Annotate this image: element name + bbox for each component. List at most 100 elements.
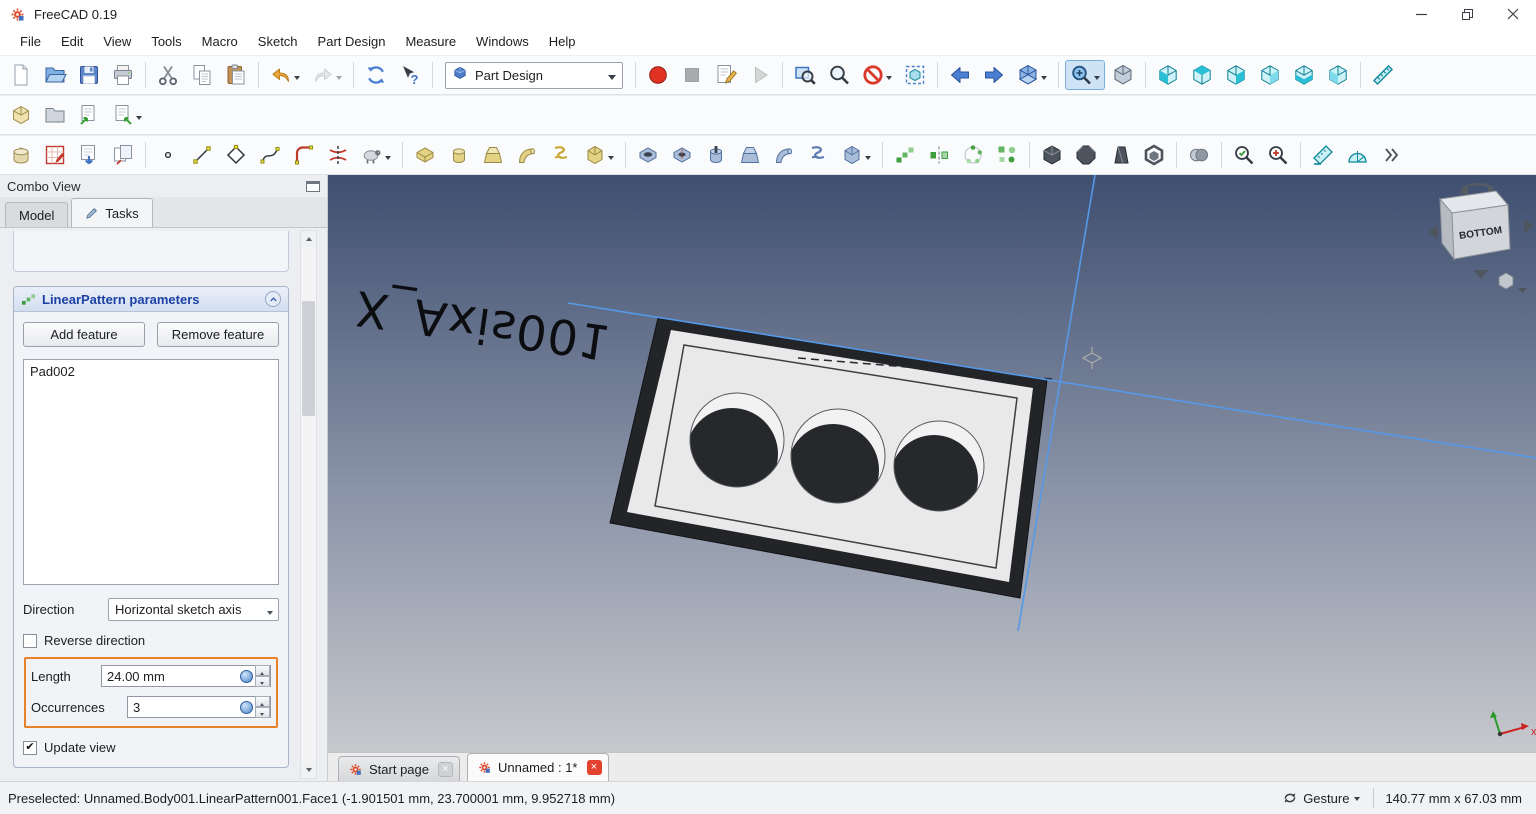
minimize-button[interactable] — [1398, 0, 1444, 28]
measure-linear-button[interactable] — [1307, 140, 1339, 170]
panel-scrollbar[interactable] — [300, 230, 317, 779]
feature-list-item[interactable]: Pad002 — [30, 364, 272, 379]
linear-pattern-button[interactable] — [889, 140, 921, 170]
length-input[interactable]: 24.00 mm — [101, 665, 271, 687]
navigate-forward-button[interactable] — [978, 60, 1010, 90]
polar-pattern-button[interactable] — [957, 140, 989, 170]
expression-icon[interactable] — [240, 670, 253, 683]
direction-select[interactable]: Horizontal sketch axis — [108, 598, 279, 621]
fillet-button[interactable] — [1036, 140, 1068, 170]
view-right-button[interactable] — [1220, 60, 1252, 90]
sketch-polygon-button[interactable] — [220, 140, 252, 170]
additive-loft-button[interactable] — [477, 140, 509, 170]
view-front-button[interactable] — [1152, 60, 1184, 90]
zoom-mode-button[interactable] — [1065, 60, 1105, 90]
macro-stop-button[interactable] — [676, 60, 708, 90]
additive-primitive-button[interactable] — [579, 140, 619, 170]
reverse-direction-checkbox[interactable] — [23, 634, 37, 648]
fit-all-button[interactable] — [789, 60, 821, 90]
collapse-section-button[interactable] — [265, 291, 281, 307]
menu-file[interactable]: File — [10, 30, 51, 53]
isometric-view-button[interactable] — [1107, 60, 1139, 90]
panel-float-button[interactable] — [306, 181, 320, 192]
pocket-button[interactable] — [632, 140, 664, 170]
subtractive-loft-button[interactable] — [734, 140, 766, 170]
clipping-plane-button[interactable] — [857, 60, 897, 90]
menu-help[interactable]: Help — [539, 30, 586, 53]
create-group-button[interactable] — [39, 100, 71, 130]
box-element-selection-button[interactable] — [899, 60, 931, 90]
tab-model[interactable]: Model — [5, 202, 68, 227]
hole-button[interactable] — [666, 140, 698, 170]
groove-button[interactable] — [700, 140, 732, 170]
navigation-style-selector[interactable]: Gesture — [1274, 790, 1368, 806]
scroll-down-icon[interactable] — [301, 762, 316, 778]
menu-edit[interactable]: Edit — [51, 30, 93, 53]
print-document-button[interactable] — [107, 60, 139, 90]
scrollbar-thumb[interactable] — [302, 301, 315, 416]
sketch-fillet-button[interactable] — [288, 140, 320, 170]
additive-pipe-button[interactable] — [511, 140, 543, 170]
document-tab-start-page[interactable]: Start page× — [338, 756, 460, 781]
navigate-back-button[interactable] — [944, 60, 976, 90]
map-sketch-to-face-button[interactable] — [107, 140, 139, 170]
scroll-up-icon[interactable] — [301, 231, 316, 247]
add-feature-button[interactable]: Add feature — [23, 322, 145, 347]
new-document-button[interactable] — [5, 60, 37, 90]
refresh-button[interactable] — [360, 60, 392, 90]
close-button[interactable] — [1490, 0, 1536, 28]
view-bottom-button[interactable] — [1288, 60, 1320, 90]
macro-record-button[interactable] — [642, 60, 674, 90]
check-geometry-button[interactable] — [1228, 140, 1260, 170]
draft-button[interactable] — [1104, 140, 1136, 170]
tab-tasks[interactable]: Tasks — [71, 198, 152, 227]
edit-sketch-button[interactable] — [73, 140, 105, 170]
3d-scene[interactable]: X_Axis001 — [328, 175, 1536, 752]
create-sketch-button[interactable] — [39, 140, 71, 170]
sketch-carbon-copy-button[interactable] — [356, 140, 396, 170]
subtractive-pipe-button[interactable] — [768, 140, 800, 170]
maximize-button[interactable] — [1444, 0, 1490, 28]
thickness-button[interactable] — [1138, 140, 1170, 170]
undo-button[interactable] — [265, 60, 305, 90]
cut-button[interactable] — [152, 60, 184, 90]
copy-button[interactable] — [186, 60, 218, 90]
macro-execute-button[interactable] — [744, 60, 776, 90]
workbench-selector[interactable]: Part Design — [445, 62, 623, 89]
sketch-bspline-button[interactable] — [254, 140, 286, 170]
redo-button[interactable] — [307, 60, 347, 90]
fit-selection-button[interactable] — [823, 60, 855, 90]
macro-edit-button[interactable] — [710, 60, 742, 90]
create-part-button[interactable] — [5, 100, 37, 130]
revolution-button[interactable] — [443, 140, 475, 170]
paste-button[interactable] — [220, 60, 252, 90]
whats-this-button[interactable]: ? — [394, 60, 426, 90]
save-document-button[interactable] — [73, 60, 105, 90]
make-link-button[interactable] — [73, 100, 105, 130]
view-left-button[interactable] — [1322, 60, 1354, 90]
menu-windows[interactable]: Windows — [466, 30, 539, 53]
toolbar-overflow-button[interactable] — [1375, 140, 1407, 170]
view-rear-button[interactable] — [1254, 60, 1286, 90]
close-tab-icon[interactable]: × — [438, 762, 453, 777]
menu-part-design[interactable]: Part Design — [308, 30, 396, 53]
3d-viewport[interactable]: X_Axis001 — [328, 175, 1536, 781]
expression-icon[interactable] — [240, 701, 253, 714]
occurrences-input[interactable]: 3 — [127, 696, 271, 718]
create-body-button[interactable] — [5, 140, 37, 170]
measure-angular-button[interactable] — [1341, 140, 1373, 170]
menu-sketch[interactable]: Sketch — [248, 30, 308, 53]
axonometric-view-button[interactable] — [1012, 60, 1052, 90]
view-top-button[interactable] — [1186, 60, 1218, 90]
document-tab-unnamed-1-[interactable]: Unnamed : 1*× — [467, 753, 609, 781]
subtractive-helix-button[interactable] — [802, 140, 834, 170]
subtractive-primitive-button[interactable] — [836, 140, 876, 170]
mirrored-button[interactable] — [923, 140, 955, 170]
occurrences-spinner[interactable] — [255, 696, 270, 718]
sketch-point-button[interactable] — [152, 140, 184, 170]
sketch-trim-button[interactable] — [322, 140, 354, 170]
pad-button[interactable] — [409, 140, 441, 170]
close-tab-icon[interactable]: × — [587, 760, 602, 775]
menu-measure[interactable]: Measure — [395, 30, 466, 53]
menu-macro[interactable]: Macro — [192, 30, 248, 53]
